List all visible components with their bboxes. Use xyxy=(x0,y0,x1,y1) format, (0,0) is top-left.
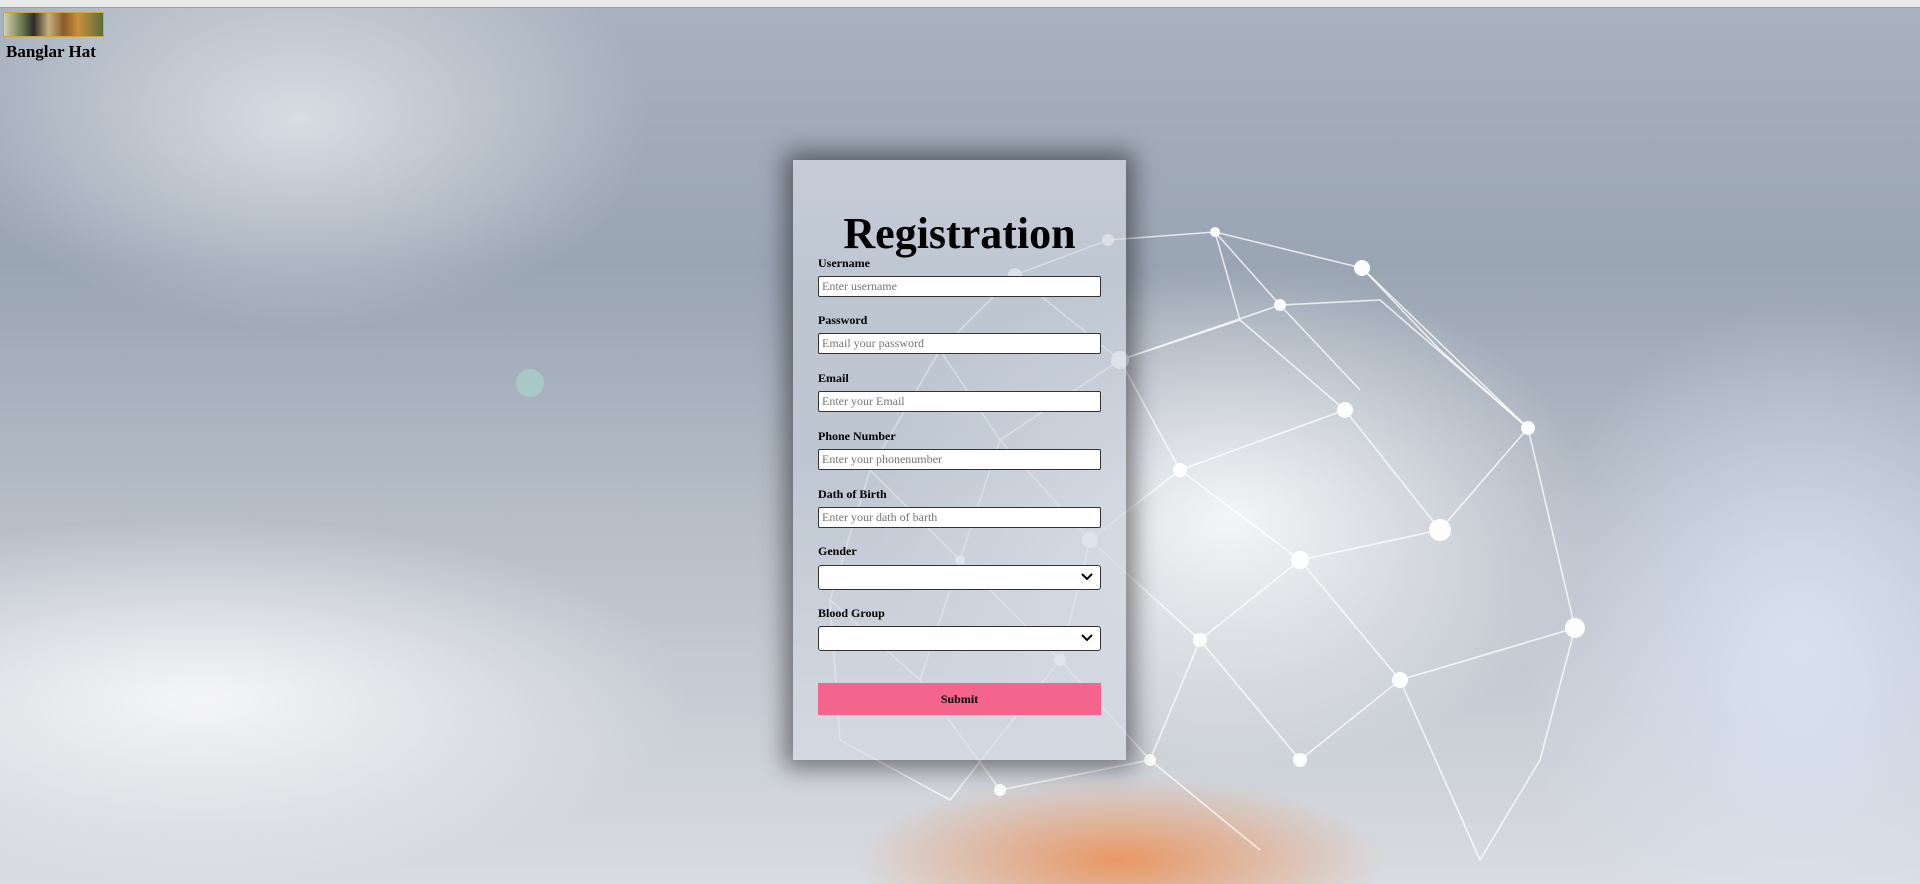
submit-button[interactable]: Submit xyxy=(818,683,1101,715)
email-label: Email xyxy=(818,371,849,385)
chevron-down-icon xyxy=(1081,634,1093,642)
username-input[interactable] xyxy=(818,276,1101,297)
password-input[interactable] xyxy=(818,333,1101,354)
blood-group-select[interactable] xyxy=(818,626,1101,651)
phone-number-label: Phone Number xyxy=(818,429,896,443)
chevron-down-icon xyxy=(1081,573,1093,581)
date-of-birth-input[interactable] xyxy=(818,507,1101,528)
brand-name: Banglar Hat xyxy=(6,42,96,61)
email-input[interactable] xyxy=(818,391,1101,412)
gender-select[interactable] xyxy=(818,565,1101,590)
blood-group-label: Blood Group xyxy=(818,606,885,620)
password-label: Password xyxy=(818,313,868,327)
page-title: Registration xyxy=(843,209,1076,258)
registration-card: Registration Username Password Email Pho… xyxy=(793,160,1126,760)
phone-number-input[interactable] xyxy=(818,449,1101,470)
gender-label: Gender xyxy=(818,544,857,558)
date-of-birth-label: Dath of Birth xyxy=(818,487,887,501)
banglar-hat-logo-icon[interactable] xyxy=(3,12,104,37)
username-label: Username xyxy=(818,256,870,270)
